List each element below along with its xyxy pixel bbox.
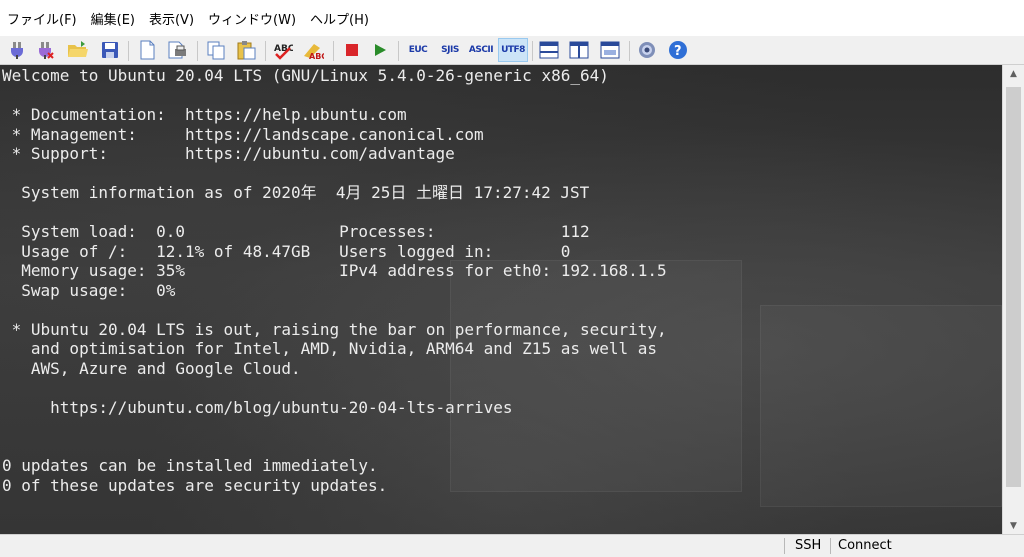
settings-gear-icon[interactable]	[635, 38, 659, 62]
status-protocol: SSH	[795, 538, 822, 553]
toolbar-separator	[265, 41, 266, 61]
toolbar-separator	[128, 41, 129, 61]
encoding-utf8-button[interactable]: UTF8	[498, 38, 528, 62]
terminal-line: https://ubuntu.com/blog/ubuntu-20-04-lts…	[2, 397, 513, 417]
status-connection: Connect	[838, 538, 892, 553]
terminal-line: System information as of 2020年 4月 25日 土曜…	[2, 183, 590, 202]
svg-text:?: ?	[674, 44, 682, 59]
status-divider	[830, 538, 831, 554]
toolbar-separator	[629, 41, 630, 61]
run-icon[interactable]	[369, 38, 391, 62]
menu-view[interactable]: 表示(V)	[148, 9, 195, 28]
layout-vertical-icon[interactable]	[567, 38, 591, 62]
terminal-line: System load: 0.0 Processes: 112	[2, 222, 590, 241]
terminal-output: Welcome to Ubuntu 20.04 LTS (GNU/Linux 5…	[2, 66, 667, 495]
toolbar-separator	[197, 41, 198, 61]
encoding-euc-button[interactable]: EUC	[404, 38, 432, 62]
terminal-view[interactable]: Welcome to Ubuntu 20.04 LTS (GNU/Linux 5…	[0, 65, 1002, 534]
terminal-line: * Ubuntu 20.04 LTS is out, raising the b…	[2, 319, 667, 339]
encoding-ascii-button[interactable]: ASCII	[467, 38, 495, 62]
layout-window-icon[interactable]	[598, 38, 622, 62]
terminal-line: Swap usage: 0%	[2, 280, 176, 300]
menu-window[interactable]: ウィンドウ(W)	[207, 9, 297, 28]
spell-check-icon[interactable]: ABC	[271, 38, 295, 62]
toolbar-separator	[333, 41, 334, 61]
print-icon[interactable]	[164, 38, 190, 62]
svg-text:ABC: ABC	[309, 52, 324, 60]
scroll-up-arrow-icon[interactable]: ▲	[1003, 65, 1024, 82]
abc-check-icon[interactable]: ABC	[300, 38, 326, 62]
scrollbar-thumb[interactable]	[1006, 87, 1021, 487]
menu-edit[interactable]: 編集(E)	[90, 9, 136, 28]
terminal-line: AWS, Azure and Google Cloud.	[2, 358, 301, 378]
copy-icon[interactable]	[203, 38, 229, 62]
paste-icon[interactable]	[233, 38, 259, 62]
background-ghost-window	[760, 305, 1002, 507]
menu-bar: ファイル(F) 編集(E) 表示(V) ウィンドウ(W) ヘルプ(H)	[0, 0, 1024, 36]
layout-horizontal-icon[interactable]	[537, 38, 561, 62]
toolbar-separator	[398, 41, 399, 61]
terminal-line: 0 of these updates are security updates.	[2, 475, 388, 495]
open-folder-icon[interactable]	[64, 38, 92, 62]
disconnect-icon[interactable]	[33, 38, 57, 62]
terminal-line: Memory usage: 35% IPv4 address for eth0:…	[2, 261, 667, 280]
help-icon[interactable]: ?	[666, 38, 690, 62]
menu-help[interactable]: ヘルプ(H)	[309, 9, 370, 28]
encoding-sjis-button[interactable]: SJIS	[436, 38, 464, 62]
terminal-line: * Documentation: https://help.ubuntu.com	[2, 105, 407, 124]
vertical-scrollbar[interactable]: ▲ ▼	[1002, 65, 1024, 534]
terminal-line: Welcome to Ubuntu 20.04 LTS (GNU/Linux 5…	[2, 66, 609, 85]
terminal-line: Usage of /: 12.1% of 48.47GB Users logge…	[2, 241, 571, 261]
status-divider	[784, 538, 785, 554]
save-icon[interactable]	[98, 38, 122, 62]
toolbar: ABC ABC EUC SJIS ASCII UTF8 ?	[0, 36, 1024, 65]
menu-file[interactable]: ファイル(F)	[6, 9, 78, 28]
status-bar: SSH Connect	[0, 534, 1024, 557]
stop-icon[interactable]	[341, 38, 363, 62]
terminal-line: and optimisation for Intel, AMD, Nvidia,…	[2, 339, 658, 358]
scroll-down-arrow-icon[interactable]: ▼	[1003, 517, 1024, 534]
terminal-line: 0 updates can be installed immediately.	[2, 456, 378, 475]
terminal-line: * Support: https://ubuntu.com/advantage	[2, 144, 455, 163]
new-document-icon[interactable]	[135, 38, 159, 62]
connect-icon[interactable]	[5, 38, 29, 62]
terminal-line: * Management: https://landscape.canonica…	[2, 124, 484, 144]
menu-list: ファイル(F) 編集(E) 表示(V) ウィンドウ(W) ヘルプ(H)	[6, 9, 370, 28]
toolbar-separator	[532, 41, 533, 61]
